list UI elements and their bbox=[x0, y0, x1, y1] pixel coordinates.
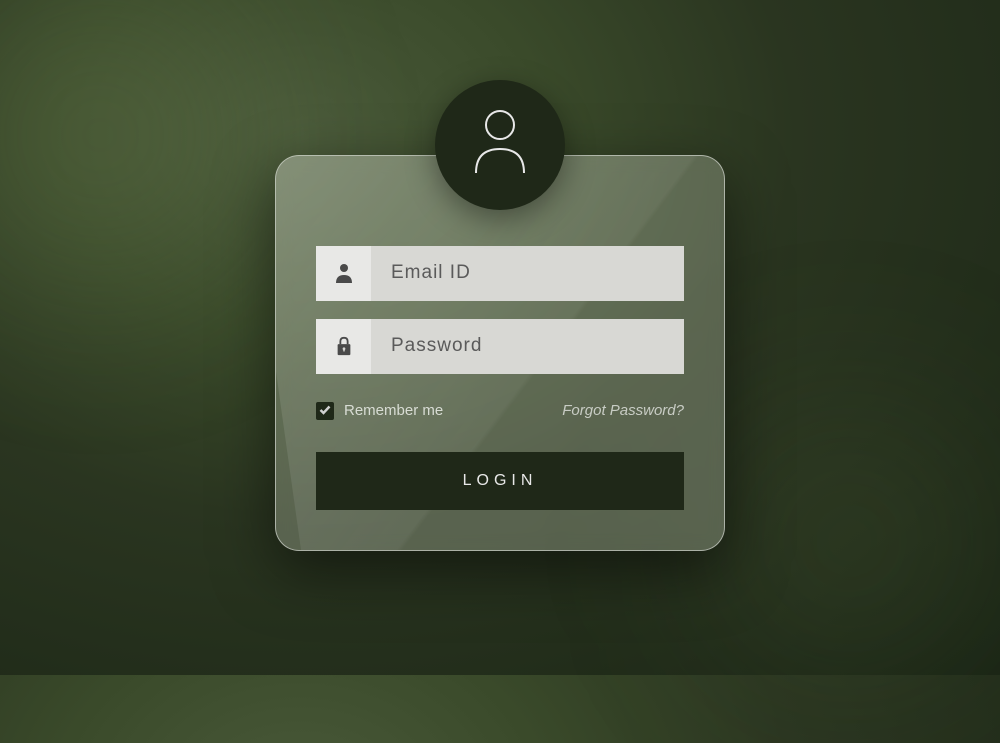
user-icon bbox=[470, 107, 530, 182]
password-input-group bbox=[316, 319, 684, 374]
forgot-password-link[interactable]: Forgot Password? bbox=[562, 402, 684, 419]
remember-me-label: Remember me bbox=[344, 402, 443, 419]
avatar-badge bbox=[435, 80, 565, 210]
check-icon bbox=[319, 402, 331, 420]
login-button[interactable]: LOGIN bbox=[316, 452, 684, 510]
password-field[interactable] bbox=[371, 319, 684, 374]
options-row: Remember me Forgot Password? bbox=[316, 402, 684, 420]
login-card: Remember me Forgot Password? LOGIN bbox=[275, 155, 725, 551]
remember-me-checkbox[interactable]: Remember me bbox=[316, 402, 443, 420]
login-form-panel: Remember me Forgot Password? LOGIN bbox=[275, 155, 725, 551]
email-field[interactable] bbox=[371, 246, 684, 301]
email-input-group bbox=[316, 246, 684, 301]
checkbox-box bbox=[316, 402, 334, 420]
lock-icon bbox=[316, 319, 371, 374]
person-icon bbox=[316, 246, 371, 301]
